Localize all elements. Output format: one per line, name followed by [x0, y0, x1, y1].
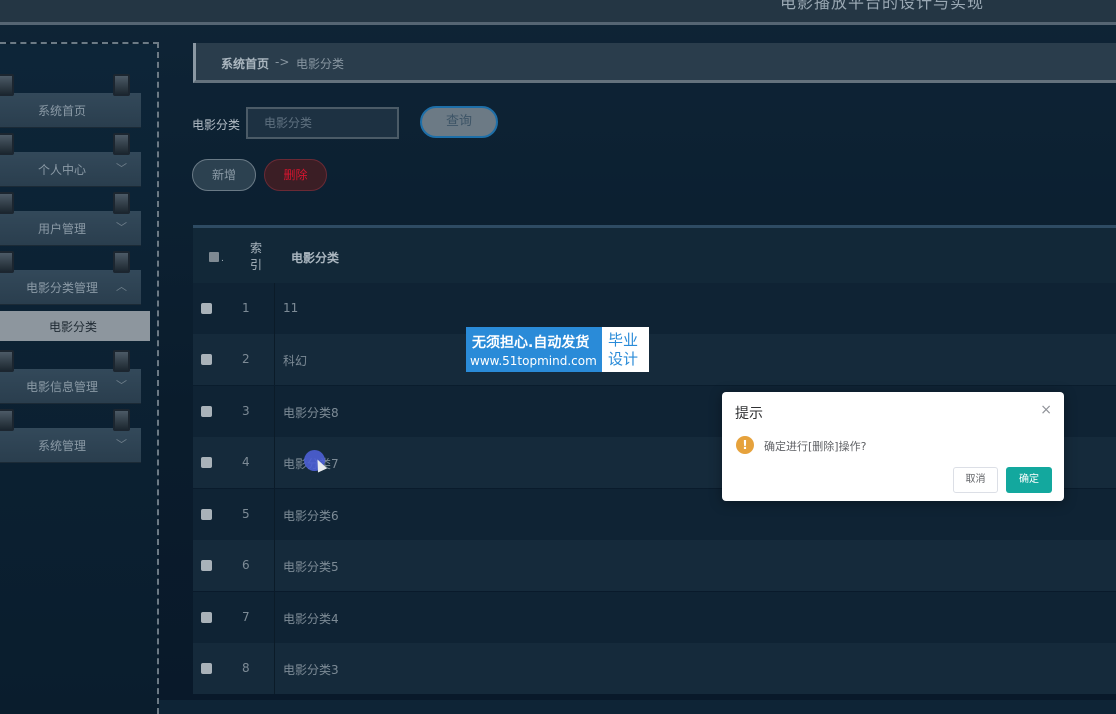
row-checkbox[interactable] — [201, 457, 212, 468]
sidebar-item-label: 个人中心 — [37, 163, 86, 177]
table-header: . 索引 电影分类 — [193, 225, 1116, 286]
table-row[interactable]: 1 11 — [193, 283, 1116, 334]
sidebar-subitem-movie-category[interactable]: 电影分类 — [0, 311, 150, 341]
badge-side: 毕业 设计 — [602, 327, 649, 372]
breadcrumb: 系统首页 -> 电影分类 — [193, 43, 1116, 83]
row-index: 4 — [242, 455, 250, 469]
peg-icon — [113, 133, 130, 155]
table-row[interactable]: 8 电影分类3 — [193, 643, 1116, 694]
row-checkbox[interactable] — [201, 406, 212, 417]
table-row[interactable]: 6 电影分类5 — [193, 540, 1116, 591]
row-checkbox[interactable] — [201, 354, 212, 365]
sidebar-item-label: 系统管理 — [37, 439, 86, 453]
query-button[interactable]: 查询 — [420, 106, 498, 138]
search-label: 电影分类 — [192, 118, 241, 132]
row-checkbox[interactable] — [201, 509, 212, 520]
row-name: 科幻 — [283, 354, 308, 368]
confirm-button[interactable]: 确定 — [1006, 467, 1052, 493]
top-bar: 电影播放平台的设计与实现 — [0, 0, 1116, 25]
index-column-header: 索引 — [250, 241, 263, 272]
watermark-badge: 无须担心.自动发货 www.51topmind.com 毕业 设计 — [466, 327, 649, 372]
sidebar-item-label: 电影分类管理 — [25, 281, 98, 295]
header-dot: . — [221, 254, 224, 264]
cancel-button[interactable]: 取消 — [953, 467, 998, 493]
peg-icon — [113, 350, 130, 372]
row-name: 11 — [283, 301, 299, 315]
breadcrumb-current: 电影分类 — [296, 57, 345, 71]
chevron-down-icon: ﹀ — [116, 221, 127, 234]
close-icon[interactable]: × — [1040, 402, 1052, 418]
row-index: 6 — [242, 558, 250, 572]
peg-icon — [0, 251, 14, 273]
delete-button[interactable]: 删除 — [264, 159, 327, 191]
peg-icon — [0, 133, 14, 155]
sidebar-item-personal-center[interactable]: 个人中心 ﹀ — [0, 152, 141, 187]
category-search-input[interactable] — [246, 107, 399, 139]
chevron-down-icon: ﹀ — [116, 162, 127, 175]
row-checkbox[interactable] — [201, 303, 212, 314]
dialog-message: 确定进行[删除]操作? — [764, 440, 867, 453]
select-all-checkbox[interactable] — [209, 252, 219, 262]
sidebar-item-user-management[interactable]: 用户管理 ﹀ — [0, 211, 141, 246]
add-button[interactable]: 新增 — [192, 159, 256, 191]
row-index: 3 — [242, 404, 250, 418]
peg-icon — [0, 409, 14, 431]
sidebar-item-system-management[interactable]: 系统管理 ﹀ — [0, 428, 141, 463]
dialog-title: 提示 — [735, 406, 763, 422]
row-index: 8 — [242, 661, 250, 675]
chevron-up-icon: ︿ — [116, 280, 127, 293]
badge-side-top: 毕业 — [608, 331, 639, 349]
row-name: 电影分类3 — [283, 663, 339, 677]
sidebar-item-home[interactable]: 系统首页 — [0, 93, 141, 128]
row-checkbox[interactable] — [201, 663, 212, 674]
sidebar-item-label: 用户管理 — [37, 222, 86, 236]
chevron-down-icon: ﹀ — [116, 379, 127, 392]
sidebar: 系统首页 个人中心 ﹀ 用户管理 ﹀ 电影分类管理 ︿ 电影分类 电影信息管理 … — [0, 42, 159, 714]
confirm-dialog: 提示 × ! 确定进行[删除]操作? 取消 确定 — [722, 392, 1064, 501]
peg-icon — [113, 409, 130, 431]
row-index: 1 — [242, 301, 250, 315]
row-checkbox[interactable] — [201, 612, 212, 623]
site-title: 电影播放平台的设计与实现 — [779, 0, 984, 12]
row-checkbox[interactable] — [201, 560, 212, 571]
row-index: 2 — [242, 352, 250, 366]
sidebar-subitem-label: 电影分类 — [48, 320, 97, 334]
row-name: 电影分类4 — [283, 612, 339, 626]
peg-icon — [0, 192, 14, 214]
table-row[interactable]: 2 科幻 — [193, 334, 1116, 385]
name-column-header: 电影分类 — [291, 251, 340, 265]
sidebar-item-label: 系统首页 — [37, 104, 86, 118]
badge-line1: 无须担心.自动发货 — [472, 335, 590, 351]
peg-icon — [113, 251, 130, 273]
chevron-down-icon: ﹀ — [116, 438, 127, 451]
peg-icon — [113, 74, 130, 96]
badge-side-bottom: 设计 — [608, 350, 639, 368]
row-name: 电影分类6 — [283, 509, 339, 523]
peg-icon — [0, 74, 14, 96]
peg-icon — [0, 350, 14, 372]
badge-line2: www.51topmind.com — [470, 354, 597, 368]
row-name: 电影分类5 — [283, 560, 339, 574]
peg-icon — [113, 192, 130, 214]
row-name: 电影分类8 — [283, 406, 339, 420]
breadcrumb-home-link[interactable]: 系统首页 — [221, 55, 269, 72]
sidebar-item-category-management[interactable]: 电影分类管理 ︿ — [0, 270, 141, 305]
sidebar-item-label: 电影信息管理 — [25, 380, 98, 394]
row-index: 5 — [242, 507, 250, 521]
breadcrumb-separator: -> — [275, 55, 290, 69]
warning-icon: ! — [736, 436, 754, 454]
table-row[interactable]: 7 电影分类4 — [193, 592, 1116, 643]
sidebar-item-movie-info-management[interactable]: 电影信息管理 ﹀ — [0, 369, 141, 404]
row-index: 7 — [242, 610, 250, 624]
